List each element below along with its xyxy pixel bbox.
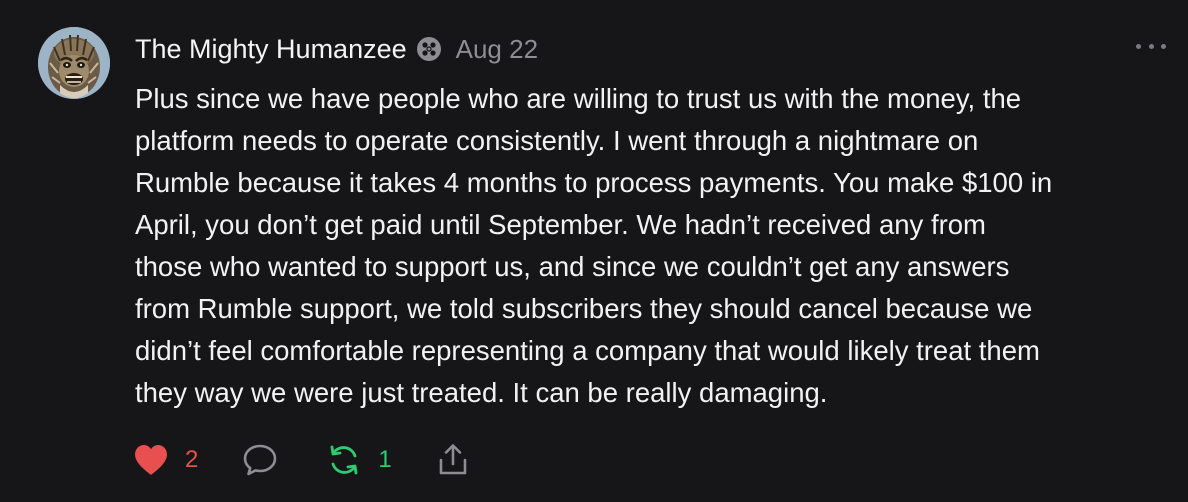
comment-button[interactable] xyxy=(242,442,278,478)
post-card: The Mighty Humanzee Aug 22 Plus since we… xyxy=(0,0,1188,502)
post-body: Plus since we have people who are willin… xyxy=(135,78,1175,414)
post-date[interactable]: Aug 22 xyxy=(456,34,538,65)
post-body-line: from Rumble support, we told subscribers… xyxy=(135,293,1033,324)
post-header: The Mighty Humanzee Aug 22 xyxy=(135,30,538,68)
post-body-line: they way we were just treated. It can be… xyxy=(135,377,828,408)
like-count: 2 xyxy=(185,446,199,473)
subscriber-badge-icon xyxy=(416,36,442,62)
dot xyxy=(1136,43,1141,49)
comment-bubble-icon xyxy=(244,444,277,476)
avatar-image xyxy=(38,27,110,99)
author-name[interactable]: The Mighty Humanzee xyxy=(135,34,407,65)
restack-button[interactable]: 1 xyxy=(326,442,392,478)
post-body-line: Plus since we have people who are willin… xyxy=(135,83,1022,114)
share-icon xyxy=(439,444,467,475)
restack-icon xyxy=(330,445,358,475)
heart-icon xyxy=(135,445,167,475)
avatar[interactable] xyxy=(38,27,110,99)
share-button[interactable] xyxy=(436,442,470,478)
post-body-line: Rumble because it takes 4 months to proc… xyxy=(135,167,1053,198)
post-body-line: April, you don’t get paid until Septembe… xyxy=(135,209,986,240)
post-body-line: didn’t feel comfortable representing a c… xyxy=(135,335,1040,366)
action-bar: 2 1 xyxy=(133,440,470,480)
dot xyxy=(1161,43,1166,49)
like-button[interactable]: 2 xyxy=(133,443,198,477)
post-body-line: those who wanted to support us, and sinc… xyxy=(135,251,1010,282)
restack-count: 1 xyxy=(378,446,392,473)
dot xyxy=(1148,43,1154,49)
more-options-icon[interactable] xyxy=(1136,36,1166,56)
post-body-line: platform needs to operate consistently. … xyxy=(135,125,979,156)
